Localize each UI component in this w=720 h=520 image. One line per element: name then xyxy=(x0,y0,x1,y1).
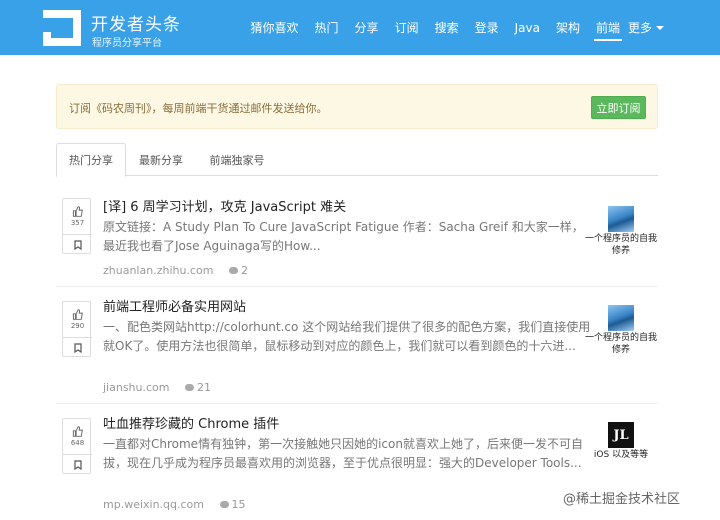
upvote-button[interactable]: 357 xyxy=(63,199,92,235)
comment-icon xyxy=(228,266,238,274)
thumbs-up-icon xyxy=(72,309,83,320)
comment-link[interactable]: 2 xyxy=(228,264,248,277)
author-card[interactable]: 一个程序员的自我修养 xyxy=(583,305,659,356)
vote-box: 648 xyxy=(62,418,92,475)
logo-icon[interactable] xyxy=(43,10,81,46)
article-meta: jianshu.com 21 xyxy=(103,381,211,394)
article-meta: mp.weixin.qq.com 15 xyxy=(103,498,246,511)
bookmark-button[interactable] xyxy=(63,235,92,255)
comment-link[interactable]: 21 xyxy=(185,381,211,394)
comment-count: 21 xyxy=(197,381,211,394)
comment-icon xyxy=(219,500,229,508)
author-avatar[interactable] xyxy=(608,305,634,331)
article-title[interactable]: 吐血推荐珍藏的 Chrome 插件 xyxy=(103,413,279,432)
bookmark-icon xyxy=(73,343,82,353)
vote-box: 357 xyxy=(62,198,92,255)
article-title[interactable]: [译] 6 周学习计划，攻克 JavaScript 难关 xyxy=(103,196,346,215)
nav-item-share[interactable]: 分享 xyxy=(355,0,379,55)
subscribe-button[interactable]: 立即订阅 xyxy=(591,96,646,119)
author-card[interactable]: 一个程序员的自我修养 xyxy=(583,206,659,257)
tab-hot-shares[interactable]: 热门分享 xyxy=(56,143,126,177)
comment-icon xyxy=(185,383,194,391)
author-avatar[interactable] xyxy=(608,206,634,232)
article-summary: 一直都对Chrome情有独钟，第一次接触她只因她的icon就喜欢上她了，后来便一… xyxy=(103,437,583,470)
tab-frontend-exclusive[interactable]: 前端独家号 xyxy=(198,143,276,176)
comment-count: 15 xyxy=(231,498,246,511)
watermark: @稀土掘金技术社区 xyxy=(563,492,681,507)
author-name[interactable]: iOS 以及等等 xyxy=(583,449,659,461)
brand-subtitle: 程序员分享平台 xyxy=(92,38,162,49)
author-name[interactable]: 一个程序员的自我修养 xyxy=(583,332,659,356)
upvote-button[interactable]: 648 xyxy=(63,419,92,455)
article-item: 357 [译] 6 周学习计划，攻克 JavaScript 难关 原文链接：A … xyxy=(56,176,658,287)
caret-down-icon xyxy=(656,25,665,30)
nav-item-subscribe[interactable]: 订阅 xyxy=(395,0,419,55)
main-nav: 猜你喜欢 热门 分享 订阅 搜索 登录 Java 架构 前端 xyxy=(235,0,623,55)
article-source[interactable]: jianshu.com xyxy=(103,381,170,394)
bookmark-icon xyxy=(73,460,82,470)
nav-item-frontend[interactable]: 前端 xyxy=(593,0,623,55)
upvote-button[interactable]: 290 xyxy=(63,302,92,338)
author-name[interactable]: 一个程序员的自我修养 xyxy=(583,233,659,257)
nav-item-hot[interactable]: 热门 xyxy=(315,0,339,55)
nav-item-guess[interactable]: 猜你喜欢 xyxy=(251,0,299,55)
top-navbar: 开发者头条 程序员分享平台 猜你喜欢 热门 分享 订阅 搜索 登录 Java 架… xyxy=(0,0,720,55)
bookmark-button[interactable] xyxy=(63,338,92,358)
bookmark-icon xyxy=(73,240,82,250)
article-source[interactable]: mp.weixin.qq.com xyxy=(103,498,204,511)
nav-item-architecture[interactable]: 架构 xyxy=(556,0,580,55)
article-summary: 一、配色类网站http://colorhunt.co 这个网站给我们提供了很多的… xyxy=(103,320,591,353)
vote-count: 648 xyxy=(70,439,85,447)
vote-box: 290 xyxy=(62,301,92,358)
nav-item-search[interactable]: 搜索 xyxy=(435,0,459,55)
vote-count: 290 xyxy=(70,322,85,330)
nav-more-dropdown[interactable]: 更多 xyxy=(628,0,665,55)
tab-latest-shares[interactable]: 最新分享 xyxy=(128,143,194,176)
thumbs-up-icon xyxy=(72,426,83,437)
author-card[interactable]: JL iOS 以及等等 xyxy=(583,422,659,461)
article-tabs: 热门分享 最新分享 前端独家号 xyxy=(56,143,658,177)
thumbs-up-icon xyxy=(72,206,83,217)
author-avatar[interactable]: JL xyxy=(608,422,634,448)
nav-item-java[interactable]: Java xyxy=(515,0,540,55)
bookmark-button[interactable] xyxy=(63,455,92,475)
article-title[interactable]: 前端工程师必备实用网站 xyxy=(103,296,246,315)
article-meta: zhuanlan.zhihu.com 2 xyxy=(103,264,248,277)
brand-title[interactable]: 开发者头条 xyxy=(91,10,181,35)
banner-text: 订阅《码农周刊》，每周前端干货通过邮件发送给你。 xyxy=(69,102,328,115)
vote-count: 357 xyxy=(70,219,85,227)
subscribe-banner: 订阅《码农周刊》，每周前端干货通过邮件发送给你。 立即订阅 xyxy=(56,84,658,129)
comment-link[interactable]: 15 xyxy=(219,498,246,511)
comment-count: 2 xyxy=(240,264,248,277)
nav-item-login[interactable]: 登录 xyxy=(475,0,499,55)
article-item: 290 前端工程师必备实用网站 一、配色类网站http://colorhunt.… xyxy=(56,287,658,404)
nav-more-label: 更多 xyxy=(628,21,653,35)
article-summary: 原文链接：A Study Plan To Cure JavaScript Fat… xyxy=(103,220,584,253)
article-source[interactable]: zhuanlan.zhihu.com xyxy=(103,264,213,277)
